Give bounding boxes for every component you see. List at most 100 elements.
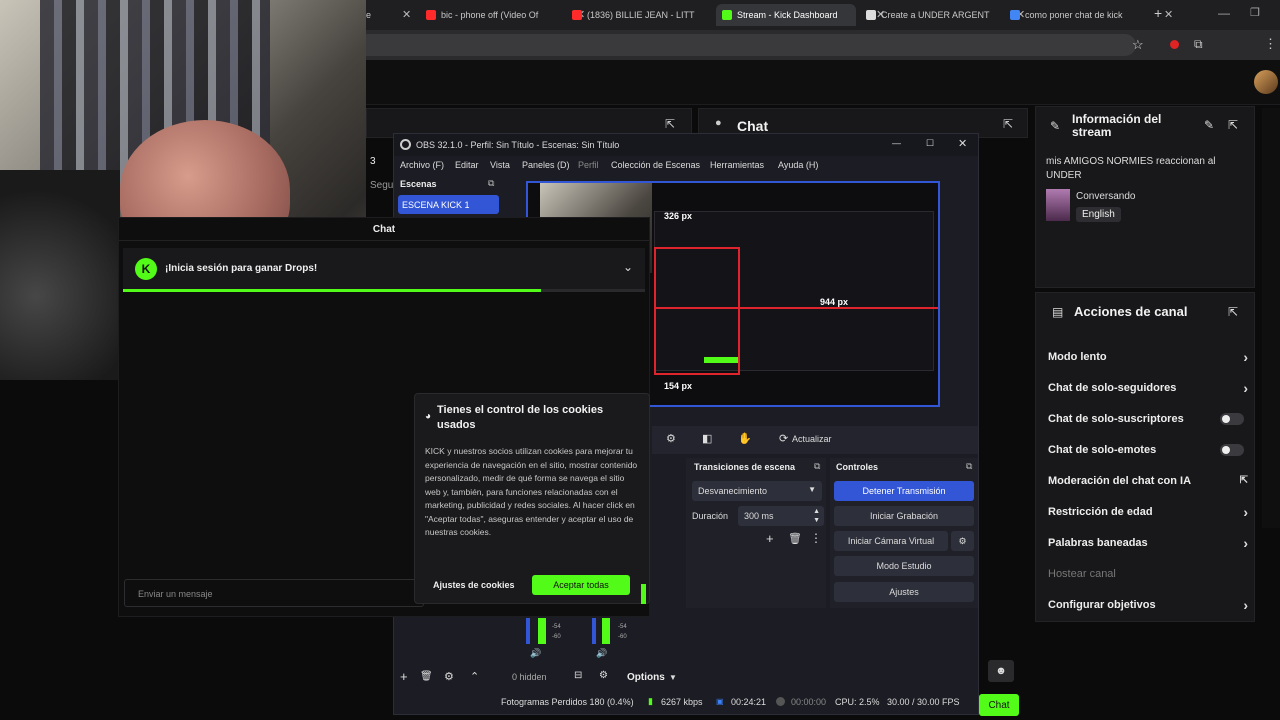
cookie-settings-button[interactable]: Ajustes de cookies	[433, 580, 515, 590]
menu-herramientas[interactable]: Herramientas	[710, 160, 764, 170]
start-virtual-camera-button[interactable]: Iniciar Cámara Virtual	[834, 531, 948, 551]
dock-icon[interactable]: ⧉	[814, 461, 820, 472]
address-bar[interactable]	[366, 34, 1136, 56]
menu-ayuda[interactable]: Ayuda (H)	[778, 160, 818, 170]
virtual-camera-settings-button[interactable]: ⚙	[951, 531, 974, 551]
scene-item[interactable]: ESCENA KICK 1	[398, 195, 499, 214]
message-input[interactable]: Enviar un mensaje	[124, 579, 424, 607]
dock-icon[interactable]: ⧉	[966, 461, 972, 472]
edit-icon[interactable]: ✎	[1204, 118, 1214, 132]
menu-coleccion[interactable]: Colección de Escenas	[611, 160, 700, 170]
chevron-right-icon[interactable]: ›	[1243, 380, 1248, 396]
new-tab-icon[interactable]: +	[1154, 5, 1162, 21]
popout-icon[interactable]: ⇱	[1228, 305, 1238, 319]
channel-action-label: Palabras baneadas	[1048, 537, 1148, 549]
channel-action-item[interactable]: Configurar objetivos ›	[1048, 597, 1248, 613]
source-settings-icon[interactable]: ⚙	[444, 670, 454, 683]
chevron-right-icon[interactable]: ›	[1243, 535, 1248, 551]
menu-perfil[interactable]: Perfil	[578, 160, 599, 170]
address-bar-row: ☆ ⧉ ⋮	[366, 30, 1280, 60]
transition-select[interactable]: Desvanecimiento ▼	[692, 481, 822, 501]
filter-icon[interactable]: ◧	[702, 432, 712, 445]
window-restore-icon[interactable]: ❐	[1250, 6, 1260, 19]
hidden-count: 0 hidden	[512, 672, 547, 682]
interact-icon[interactable]: ✋	[738, 432, 752, 445]
channel-action-item[interactable]: Restricción de edad ›	[1048, 504, 1248, 520]
chevron-down-icon[interactable]: ⌄	[623, 260, 633, 274]
chevron-right-icon[interactable]: ›	[1243, 597, 1248, 613]
meter-tick: -54	[552, 624, 561, 630]
channel-action-item[interactable]: Chat de solo-suscriptores	[1048, 413, 1248, 425]
green-edge	[641, 584, 646, 604]
settings-button[interactable]: Ajustes	[834, 582, 974, 602]
channel-action-item[interactable]: Moderación del chat con IA ⇱	[1048, 475, 1248, 487]
toggle-switch[interactable]	[1220, 413, 1244, 425]
move-up-icon[interactable]: ⌃	[470, 670, 479, 683]
emote-icon[interactable]: ☻	[988, 660, 1014, 682]
drops-banner[interactable]: K ¡Inicia sesión para ganar Drops! ⌄	[123, 248, 645, 292]
toggle-switch[interactable]	[1220, 444, 1244, 456]
dock-icon[interactable]: ⧉	[488, 178, 494, 189]
channel-action-item[interactable]: Palabras baneadas ›	[1048, 535, 1248, 551]
audio-meter	[526, 618, 530, 644]
remove-transition-icon[interactable]: 🗑	[788, 532, 802, 545]
close-icon[interactable]: ✕	[958, 137, 967, 150]
minimize-icon[interactable]: —	[892, 138, 901, 148]
menu-archivo[interactable]: Archivo (F)	[400, 160, 444, 170]
chevron-down-icon: ▼	[669, 673, 677, 682]
browser-tab[interactable]: como poner chat de kick	[1010, 4, 1144, 26]
refresh-icon[interactable]: ⟳	[779, 432, 788, 445]
browser-tab[interactable]: bic - phone off (Video Of	[426, 4, 556, 26]
avatar[interactable]	[1254, 70, 1278, 94]
popout-icon[interactable]: ⇱	[1003, 117, 1013, 131]
duration-value: 300 ms	[744, 511, 774, 521]
record-icon[interactable]	[1170, 40, 1179, 49]
transition-more-icon[interactable]: ⋮	[810, 531, 822, 545]
star-icon[interactable]: ☆	[1132, 37, 1144, 53]
channel-action-item[interactable]: Modo lento ›	[1048, 349, 1248, 365]
channel-action-label: Chat de solo-seguidores	[1048, 382, 1177, 394]
volume-icon[interactable]: 🔊	[530, 648, 541, 659]
remove-source-icon[interactable]: 🗑	[420, 671, 433, 682]
settings-gear-icon[interactable]: ⚙	[666, 432, 676, 445]
accept-all-button[interactable]: Aceptar todas	[532, 575, 630, 595]
maximize-icon[interactable]: ☐	[926, 138, 934, 149]
channel-action-item[interactable]: Chat de solo-seguidores ›	[1048, 380, 1248, 396]
drops-progress-track	[123, 289, 645, 292]
kick-chat-button[interactable]: Chat	[979, 694, 1019, 716]
menu-vista[interactable]: Vista	[490, 160, 510, 170]
menu-editar[interactable]: Editar	[455, 160, 479, 170]
window-minimize-icon[interactable]: —	[1218, 6, 1230, 20]
add-transition-icon[interactable]: +	[766, 531, 774, 546]
add-source-icon[interactable]: +	[400, 669, 408, 684]
popout-icon[interactable]: ⇱	[665, 117, 675, 131]
tab-close-icon[interactable]: ✕	[1164, 8, 1173, 21]
start-recording-button[interactable]: Iniciar Grabación	[834, 506, 974, 526]
menu-icon[interactable]: ⋮	[1264, 36, 1277, 52]
tab-label: Stream - Kick Dashboard	[737, 10, 838, 20]
studio-mode-button[interactable]: Modo Estudio	[834, 556, 974, 576]
gear-icon[interactable]: ⚙	[599, 670, 608, 681]
preview-green-bar	[704, 357, 738, 363]
stepper-icon[interactable]: ▲ ▼	[813, 507, 820, 525]
stop-streaming-button[interactable]: Detener Transmisión	[834, 481, 974, 501]
extensions-icon[interactable]: ⧉	[1194, 37, 1203, 52]
audio-meter	[602, 618, 610, 644]
external-link-icon[interactable]: ⇱	[1240, 475, 1248, 486]
duration-input[interactable]: 300 ms ▲ ▼	[738, 506, 824, 526]
chevron-right-icon[interactable]: ›	[1243, 504, 1248, 520]
browser-tab[interactable]: Create a UNDER ARGENT	[866, 4, 996, 26]
channel-action-item[interactable]: Chat de solo-emotes	[1048, 444, 1248, 456]
chevron-right-icon[interactable]: ›	[1243, 349, 1248, 365]
browser-tab[interactable]: (1836) BILLIE JEAN - LITT	[572, 4, 706, 26]
popout-icon[interactable]: ⇱	[1228, 118, 1238, 132]
stream-info-title: Información del stream	[1072, 112, 1162, 139]
options-button[interactable]: Options	[627, 672, 665, 683]
refresh-label[interactable]: Actualizar	[792, 434, 832, 444]
volume-icon[interactable]: 🔊	[596, 648, 607, 659]
browser-tab[interactable]: e	[366, 4, 382, 26]
menu-paneles[interactable]: Paneles (D)	[522, 160, 570, 170]
browser-tab[interactable]: Stream - Kick Dashboard	[716, 4, 856, 26]
tab-close-icon[interactable]: ✕	[402, 8, 411, 21]
layout-icon[interactable]: ⊟	[574, 670, 582, 681]
